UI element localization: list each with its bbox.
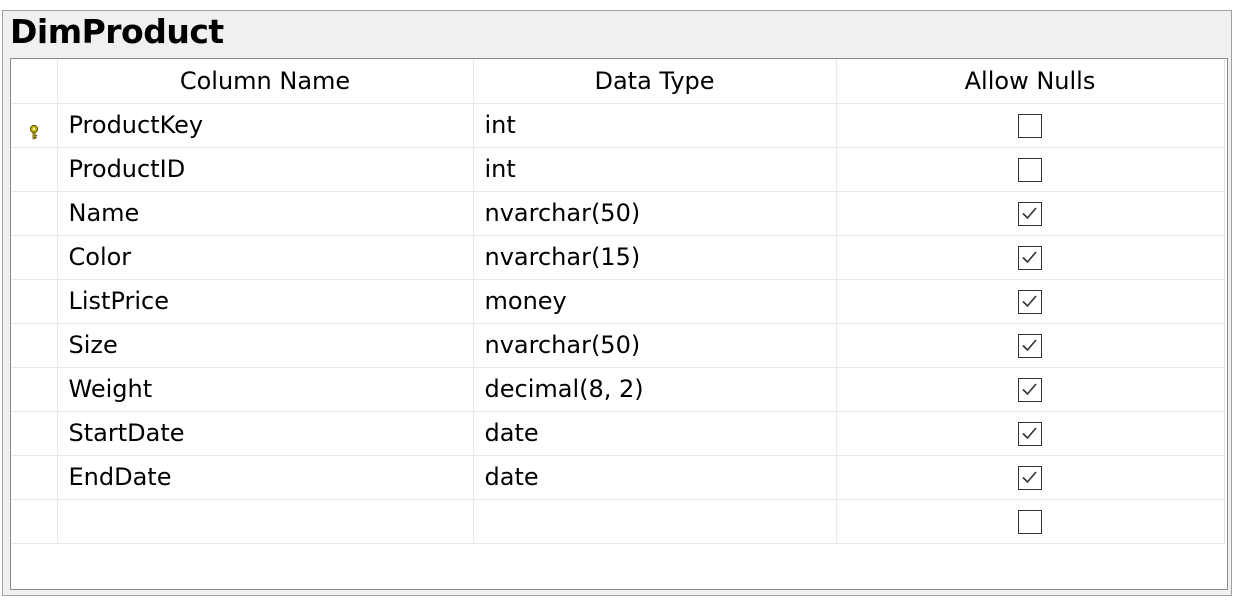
column-name-cell[interactable]: Size bbox=[57, 323, 474, 368]
row-selector[interactable] bbox=[11, 235, 58, 280]
row-selector[interactable] bbox=[11, 455, 58, 500]
data-type-cell[interactable]: money bbox=[473, 279, 837, 324]
columns-table-body: ProductKey int ProductID int Name nvarchar(50… bbox=[11, 103, 1225, 544]
column-name-cell[interactable]: Name bbox=[57, 191, 474, 236]
table-row[interactable]: Color nvarchar(15) bbox=[11, 235, 1225, 280]
allow-nulls-checkbox[interactable] bbox=[1018, 466, 1042, 490]
row-selector[interactable] bbox=[11, 323, 58, 368]
row-selector-header[interactable] bbox=[11, 59, 58, 104]
row-selector[interactable] bbox=[11, 191, 58, 236]
data-type-cell[interactable]: date bbox=[473, 411, 837, 456]
column-name-cell[interactable] bbox=[57, 499, 474, 544]
column-name-cell[interactable]: StartDate bbox=[57, 411, 474, 456]
data-type-cell[interactable]: nvarchar(15) bbox=[473, 235, 837, 280]
allow-nulls-header[interactable]: Allow Nulls bbox=[836, 59, 1225, 104]
checkmark-icon bbox=[1022, 383, 1037, 396]
allow-nulls-cell bbox=[836, 191, 1225, 236]
table-row[interactable]: ListPrice money bbox=[11, 279, 1225, 324]
table-row[interactable]: Size nvarchar(50) bbox=[11, 323, 1225, 368]
checkmark-icon bbox=[1022, 295, 1037, 308]
column-name-cell[interactable]: Weight bbox=[57, 367, 474, 412]
table-row[interactable]: StartDate date bbox=[11, 411, 1225, 456]
row-selector[interactable] bbox=[11, 147, 58, 192]
column-name-cell[interactable]: ListPrice bbox=[57, 279, 474, 324]
data-type-cell[interactable]: int bbox=[473, 103, 837, 148]
allow-nulls-checkbox[interactable] bbox=[1018, 158, 1042, 182]
allow-nulls-checkbox[interactable] bbox=[1018, 290, 1042, 314]
table-row[interactable]: ProductID int bbox=[11, 147, 1225, 192]
checkmark-icon bbox=[1022, 339, 1037, 352]
table-row[interactable]: EndDate date bbox=[11, 455, 1225, 500]
columns-table: Column Name Data Type Allow Nulls Produc… bbox=[11, 59, 1225, 544]
primary-key-icon bbox=[27, 118, 41, 140]
allow-nulls-checkbox[interactable] bbox=[1018, 114, 1042, 138]
checkmark-icon bbox=[1022, 207, 1037, 220]
allow-nulls-cell bbox=[836, 323, 1225, 368]
data-type-cell[interactable] bbox=[473, 499, 837, 544]
columns-grid: Column Name Data Type Allow Nulls Produc… bbox=[10, 58, 1228, 590]
allow-nulls-checkbox[interactable] bbox=[1018, 202, 1042, 226]
column-name-cell[interactable]: EndDate bbox=[57, 455, 474, 500]
row-selector[interactable] bbox=[11, 499, 58, 544]
row-selector[interactable] bbox=[11, 279, 58, 324]
row-selector[interactable] bbox=[11, 103, 58, 148]
allow-nulls-cell bbox=[836, 235, 1225, 280]
allow-nulls-cell bbox=[836, 499, 1225, 544]
table-title: DimProduct bbox=[10, 12, 224, 51]
table-row[interactable] bbox=[11, 499, 1225, 544]
allow-nulls-cell bbox=[836, 103, 1225, 148]
allow-nulls-checkbox[interactable] bbox=[1018, 334, 1042, 358]
table-row[interactable]: Weight decimal(8, 2) bbox=[11, 367, 1225, 412]
allow-nulls-cell bbox=[836, 455, 1225, 500]
data-type-header[interactable]: Data Type bbox=[473, 59, 837, 104]
data-type-cell[interactable]: date bbox=[473, 455, 837, 500]
row-selector[interactable] bbox=[11, 411, 58, 456]
column-name-cell[interactable]: Color bbox=[57, 235, 474, 280]
data-type-cell[interactable]: nvarchar(50) bbox=[473, 191, 837, 236]
column-name-header[interactable]: Column Name bbox=[57, 59, 474, 104]
column-name-cell[interactable]: ProductKey bbox=[57, 103, 474, 148]
allow-nulls-checkbox[interactable] bbox=[1018, 378, 1042, 402]
allow-nulls-checkbox[interactable] bbox=[1018, 422, 1042, 446]
column-name-cell[interactable]: ProductID bbox=[57, 147, 474, 192]
checkmark-icon bbox=[1022, 251, 1037, 264]
allow-nulls-checkbox[interactable] bbox=[1018, 510, 1042, 534]
allow-nulls-checkbox[interactable] bbox=[1018, 246, 1042, 270]
table-row[interactable]: ProductKey int bbox=[11, 103, 1225, 148]
checkmark-icon bbox=[1022, 427, 1037, 440]
allow-nulls-cell bbox=[836, 147, 1225, 192]
data-type-cell[interactable]: decimal(8, 2) bbox=[473, 367, 837, 412]
allow-nulls-cell bbox=[836, 279, 1225, 324]
data-type-cell[interactable]: nvarchar(50) bbox=[473, 323, 837, 368]
allow-nulls-cell bbox=[836, 367, 1225, 412]
checkmark-icon bbox=[1022, 471, 1037, 484]
allow-nulls-cell bbox=[836, 411, 1225, 456]
header-row: Column Name Data Type Allow Nulls bbox=[11, 59, 1225, 104]
data-type-cell[interactable]: int bbox=[473, 147, 837, 192]
row-selector[interactable] bbox=[11, 367, 58, 412]
table-row[interactable]: Name nvarchar(50) bbox=[11, 191, 1225, 236]
